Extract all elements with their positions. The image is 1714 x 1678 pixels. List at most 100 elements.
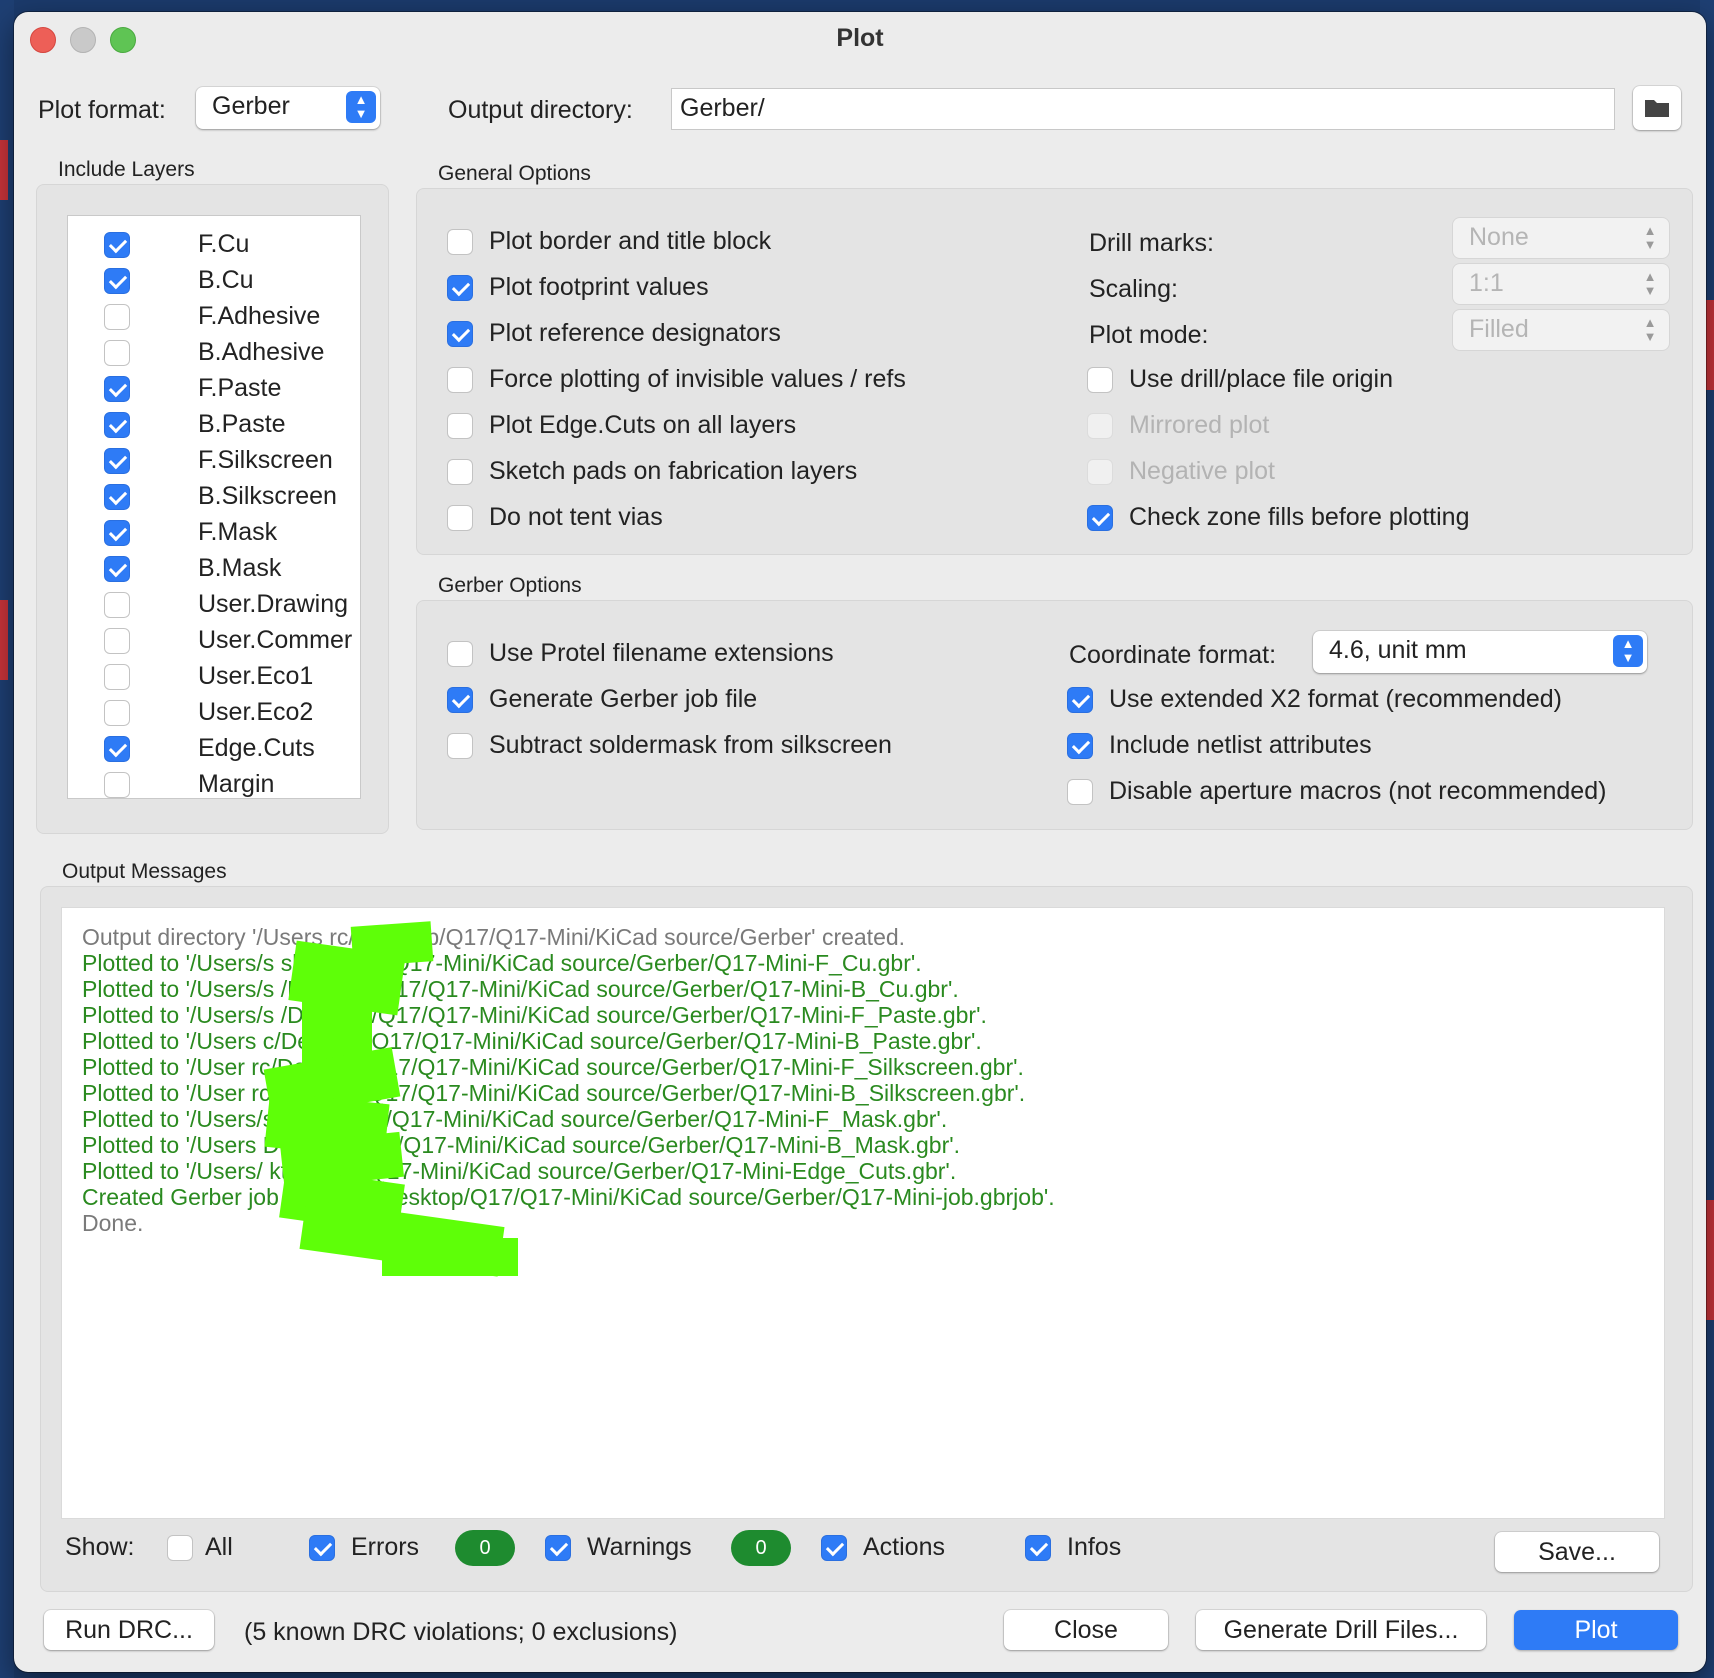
general-opt-1-checkbox[interactable] <box>447 275 473 301</box>
layer-b-paste-label: B.Paste <box>198 410 286 438</box>
filter-actions-checkbox[interactable] <box>821 1535 847 1561</box>
output-messages-title: Output Messages <box>62 860 227 883</box>
general-opt-1-label: Plot footprint values <box>489 273 709 301</box>
layer-f-adhesive-label: F.Adhesive <box>198 302 321 330</box>
run-drc-button[interactable]: Run DRC... <box>44 1610 214 1650</box>
scaling-value: 1:1 <box>1469 269 1504 297</box>
general-opt-2-checkbox[interactable] <box>447 321 473 347</box>
message-line: Output directory '/Users rc/Desktop/Q17/… <box>82 924 906 950</box>
gerber-options-title: Gerber Options <box>438 574 582 597</box>
general-opt-right-2-label: Negative plot <box>1129 457 1275 485</box>
general-opt-4-label: Plot Edge.Cuts on all layers <box>489 411 797 439</box>
layer-f-adhesive-checkbox[interactable] <box>104 304 130 330</box>
output-messages-group: Output directory '/Users rc/Desktop/Q17/… <box>40 886 1693 1592</box>
layer-f-mask-checkbox[interactable] <box>104 520 130 546</box>
gerber-opt-right-1-label: Include netlist attributes <box>1109 731 1372 759</box>
folder-icon <box>1645 100 1669 117</box>
message-line: Plotted to '/Users/s /Desktop/Q17/Q17-Mi… <box>82 976 959 1002</box>
filter-errors-checkbox[interactable] <box>309 1535 335 1561</box>
gerber-opt-2-checkbox[interactable] <box>447 733 473 759</box>
general-opt-4-checkbox[interactable] <box>447 413 473 439</box>
layer-edge-cuts-checkbox[interactable] <box>104 736 130 762</box>
gerber-opt-right-1-checkbox[interactable] <box>1067 733 1093 759</box>
redaction-mark <box>382 1238 518 1276</box>
include-layers-group: F.Cu B.Cu F.Adhesive B.Adhesive F.Paste B.Pas… <box>36 184 389 834</box>
gerber-opt-right-2-checkbox[interactable] <box>1067 779 1093 805</box>
layer-user-drawing-checkbox[interactable] <box>104 592 130 618</box>
plot-button[interactable]: Plot <box>1514 1610 1678 1650</box>
scaling-select[interactable]: 1:1 ▲ ▼ <box>1453 264 1669 304</box>
general-opt-6-checkbox[interactable] <box>447 505 473 531</box>
scaling-label: Scaling: <box>1089 275 1178 303</box>
gerber-opt-right-0-checkbox[interactable] <box>1067 687 1093 713</box>
message-line: Plotted to '/Users/s sktop/Q17/Q17-Mini/… <box>82 1106 948 1132</box>
stepper-arrows-icon: ▲ ▼ <box>346 91 376 123</box>
gerber-opt-right-0-label: Use extended X2 format (recommended) <box>1109 685 1562 713</box>
layer-f-silkscreen-checkbox[interactable] <box>104 448 130 474</box>
layer-user-eco2-checkbox[interactable] <box>104 700 130 726</box>
general-opt-right-0-checkbox[interactable] <box>1087 367 1113 393</box>
layer-user-commer-checkbox[interactable] <box>104 628 130 654</box>
messages-panel[interactable]: Output directory '/Users rc/Desktop/Q17/… <box>61 907 1665 1519</box>
layer-b-silkscreen-checkbox[interactable] <box>104 484 130 510</box>
general-opt-0-label: Plot border and title block <box>489 227 772 255</box>
layer-b-mask-label: B.Mask <box>198 554 282 582</box>
general-opt-3-checkbox[interactable] <box>447 367 473 393</box>
filter-errors-count-badge: 0 <box>455 1530 515 1566</box>
layer-b-paste-checkbox[interactable] <box>104 412 130 438</box>
general-opt-3-label: Force plotting of invisible values / ref… <box>489 365 906 393</box>
gerber-opt-1-checkbox[interactable] <box>447 687 473 713</box>
general-opt-right-1-label: Mirrored plot <box>1129 411 1270 439</box>
message-line: Plotted to '/Users/s sktop/Q17/Q17-Mini/… <box>82 950 922 976</box>
save-messages-button[interactable]: Save... <box>1495 1532 1659 1572</box>
generate-drill-files-button[interactable]: Generate Drill Files... <box>1196 1610 1486 1650</box>
layer-user-drawing-label: User.Drawing <box>198 590 349 618</box>
filter-warnings-checkbox[interactable] <box>545 1535 571 1561</box>
layer-b-mask-checkbox[interactable] <box>104 556 130 582</box>
message-line: Created Gerber job file '/Use Desktop/Q1… <box>82 1184 1055 1210</box>
close-button[interactable]: Close <box>1004 1610 1168 1650</box>
browse-folder-button[interactable] <box>1633 86 1681 130</box>
message-line: Plotted to '/Users c/Desktop/Q17/Q17-Min… <box>82 1028 982 1054</box>
plot-format-label: Plot format: <box>38 96 166 124</box>
filter-all-label: All <box>205 1533 233 1561</box>
general-opt-right-1-checkbox <box>1087 413 1113 439</box>
plot-mode-label: Plot mode: <box>1089 321 1209 349</box>
stepper-arrows-icon: ▲ ▼ <box>1643 269 1657 298</box>
layer-b-adhesive-label: B.Adhesive <box>198 338 325 366</box>
layer-user-commer-label: User.Commer <box>198 626 353 654</box>
layer-f-paste-label: F.Paste <box>198 374 282 402</box>
layer-f-silkscreen-label: F.Silkscreen <box>198 446 333 474</box>
general-opt-5-label: Sketch pads on fabrication layers <box>489 457 858 485</box>
general-opt-right-3-label: Check zone fills before plotting <box>1129 503 1470 531</box>
gerber-opt-1-label: Generate Gerber job file <box>489 685 758 713</box>
output-directory-input[interactable]: Gerber/ <box>671 88 1615 130</box>
plot-dialog: Plot Plot format: Gerber ▲ ▼ Output direc… <box>14 12 1706 1672</box>
show-label: Show: <box>65 1533 135 1561</box>
message-line: Plotted to '/Users Desktop/Q17/Q17-Mini/… <box>82 1132 961 1158</box>
message-line: Plotted to '/User rc/Desktop/Q17/Q17-Min… <box>82 1080 1026 1106</box>
filter-all-checkbox[interactable] <box>167 1535 193 1561</box>
gerber-opt-2-label: Subtract soldermask from silkscreen <box>489 731 892 759</box>
message-line: Plotted to '/User rc/Desktop/Q17/Q17-Min… <box>82 1054 1024 1080</box>
general-opt-0-checkbox[interactable] <box>447 229 473 255</box>
coordinate-format-select[interactable]: 4.6, unit mm ▲ ▼ <box>1313 631 1647 673</box>
layers-list[interactable]: F.Cu B.Cu F.Adhesive B.Adhesive F.Paste B.Pas… <box>67 215 361 799</box>
layer-b-cu-checkbox[interactable] <box>104 268 130 294</box>
plot-format-select[interactable]: Gerber ▲ ▼ <box>196 87 380 129</box>
message-line: Plotted to '/Users/ ktop/Q17/Q17-Mini/Ki… <box>82 1158 957 1184</box>
layer-f-paste-checkbox[interactable] <box>104 376 130 402</box>
filter-infos-checkbox[interactable] <box>1025 1535 1051 1561</box>
layer-margin-checkbox[interactable] <box>104 772 130 798</box>
layer-user-eco1-checkbox[interactable] <box>104 664 130 690</box>
general-opt-5-checkbox[interactable] <box>447 459 473 485</box>
layer-f-cu-checkbox[interactable] <box>104 232 130 258</box>
layer-b-adhesive-checkbox[interactable] <box>104 340 130 366</box>
layer-f-cu-label: F.Cu <box>198 230 250 258</box>
stepper-arrows-icon: ▲ ▼ <box>1613 635 1643 667</box>
general-opt-right-3-checkbox[interactable] <box>1087 505 1113 531</box>
drill-marks-select[interactable]: None ▲ ▼ <box>1453 218 1669 258</box>
filter-actions-label: Actions <box>863 1533 945 1561</box>
gerber-opt-0-checkbox[interactable] <box>447 641 473 667</box>
plot-mode-select[interactable]: Filled ▲ ▼ <box>1453 310 1669 350</box>
